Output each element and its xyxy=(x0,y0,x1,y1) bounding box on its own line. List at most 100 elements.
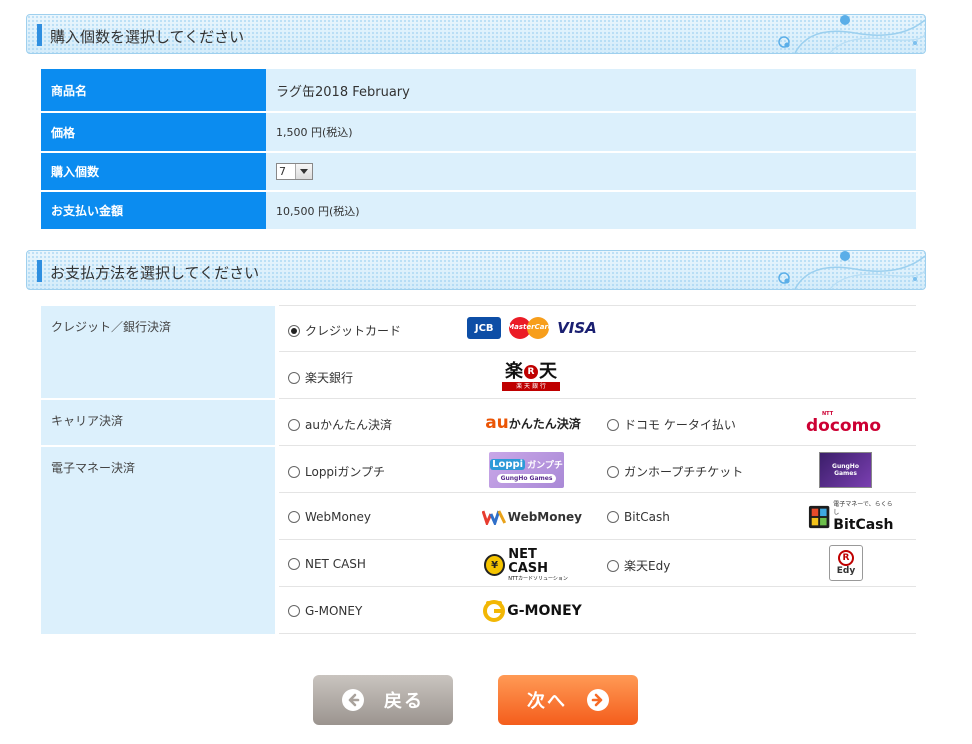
edy-option[interactable]: 楽天Edy xyxy=(607,557,670,574)
back-button[interactable]: 戻る xyxy=(313,675,453,725)
bubble-decoration-icon xyxy=(778,15,925,53)
next-button-label: 次へ xyxy=(527,691,567,712)
order-table: 商品名 ラグ缶2018 February 価格 1,500 円(税込) 購入個数… xyxy=(41,69,916,231)
rakuten-bank-logo: 楽 R 天 楽 天 銀 行 xyxy=(500,360,562,392)
option-label: ドコモ ケータイ払い xyxy=(624,418,736,432)
payment-row xyxy=(279,352,916,399)
card-brands-logo: JCB MasterCard VISA xyxy=(466,316,598,340)
au-option[interactable]: auかんたん決済 xyxy=(288,416,392,433)
bitcash-radio[interactable] xyxy=(607,511,619,523)
quantity-cell: 7 xyxy=(266,152,916,192)
netcash-logo-sub: NTTカードソリューション xyxy=(508,575,568,582)
jcb-icon: JCB xyxy=(467,317,502,339)
option-label: 楽天銀行 xyxy=(305,371,354,385)
payment-row xyxy=(279,587,916,634)
mastercard-icon: MasterCard xyxy=(507,316,553,340)
gungho-logo: GungHo Games xyxy=(819,452,872,488)
webmoney-logo: WebMoney xyxy=(482,506,582,528)
payment-section-title: お支払方法を選択してください xyxy=(50,264,260,282)
credit-card-radio[interactable] xyxy=(288,324,300,337)
loppi-radio[interactable] xyxy=(288,465,300,478)
loppi-option[interactable]: Loppiガンプチ xyxy=(288,463,385,480)
au-logo: au かんたん決済 xyxy=(476,412,590,434)
au-radio[interactable] xyxy=(288,418,300,431)
quantity-section-title: 購入個数を選択してください xyxy=(50,28,245,46)
price-value: 1,500 円(税込) xyxy=(266,112,916,153)
netcash-radio[interactable] xyxy=(288,558,300,570)
option-label: NET CASH xyxy=(305,557,366,571)
docomo-option[interactable]: ドコモ ケータイ払い xyxy=(607,416,736,433)
quantity-select[interactable]: 7 xyxy=(276,163,313,180)
netcash-option[interactable]: NET CASH xyxy=(288,557,366,571)
bitcash-logo-text: BitCash xyxy=(833,517,894,533)
quantity-label: 購入個数 xyxy=(41,152,266,192)
au-logo-text: かんたん決済 xyxy=(508,416,581,431)
total-value: 10,500 円(税込) xyxy=(266,191,916,231)
table-row: 価格 1,500 円(税込) xyxy=(41,112,916,153)
next-button[interactable]: 次へ xyxy=(498,675,638,725)
quantity-section-header: 購入個数を選択してください xyxy=(26,14,926,54)
gungho-radio[interactable] xyxy=(607,465,619,478)
category-credit-bank: クレジット／銀行決済 xyxy=(41,306,275,398)
bubble-decoration-icon xyxy=(778,251,925,289)
edy-radio[interactable] xyxy=(607,559,619,572)
webmoney-radio[interactable] xyxy=(288,511,300,523)
payment-section-header: お支払方法を選択してください xyxy=(26,250,926,290)
edy-r-icon: R xyxy=(838,550,854,566)
au-logo-text: au xyxy=(485,413,509,433)
loppi-logo-text: GungHo Games xyxy=(496,473,557,483)
chevron-down-icon xyxy=(295,164,312,179)
netcash-logo-text: NET CASH xyxy=(508,546,549,576)
arrow-right-icon xyxy=(587,689,609,711)
option-label: 楽天Edy xyxy=(624,559,671,573)
total-label: お支払い金額 xyxy=(41,191,266,231)
webmoney-logo-text: WebMoney xyxy=(507,510,582,524)
product-name-value: ラグ缶2018 February xyxy=(266,69,916,113)
gungho-option[interactable]: ガンホープチチケット xyxy=(607,463,743,480)
rakuten-logo-sub: 楽 天 銀 行 xyxy=(502,381,560,391)
loppi-logo: Loppi ガンプチ GungHo Games xyxy=(489,452,564,488)
category-label: クレジット／銀行決済 xyxy=(51,320,172,334)
loppi-logo-text: Loppi xyxy=(490,458,526,470)
option-label: クレジットカード xyxy=(305,324,402,338)
gungho-logo-text: GungHo Games xyxy=(832,463,859,477)
docomo-logo-text: docomo xyxy=(806,416,881,436)
header-accent-bar xyxy=(37,260,42,282)
gmoney-option[interactable]: G-MONEY xyxy=(288,604,362,618)
rakuten-logo-text: 楽 xyxy=(505,360,523,382)
quantity-value: 7 xyxy=(279,165,286,178)
rakuten-bank-option[interactable]: 楽天銀行 xyxy=(288,369,353,386)
option-label: ガンホープチチケット xyxy=(624,465,744,479)
back-button-label: 戻る xyxy=(384,691,424,712)
rakuten-bank-radio[interactable] xyxy=(288,371,300,384)
netcash-logo: ¥ NET CASH NTTカードソリューション xyxy=(484,546,578,582)
product-name-label: 商品名 xyxy=(41,69,266,113)
category-emoney: 電子マネー決済 xyxy=(41,447,275,634)
table-row: 購入個数 7 xyxy=(41,152,916,192)
option-label: WebMoney xyxy=(305,510,371,524)
option-label: auかんたん決済 xyxy=(305,418,392,432)
docomo-radio[interactable] xyxy=(607,418,619,431)
table-row: お支払い金額 10,500 円(税込) xyxy=(41,191,916,231)
payment-row xyxy=(279,540,916,587)
visa-icon: VISA xyxy=(557,319,597,337)
option-label: BitCash xyxy=(624,510,670,524)
webmoney-w-icon xyxy=(482,510,506,525)
gmoney-radio[interactable] xyxy=(288,605,300,617)
bitcash-tagline: 電子マネーで、らくらし xyxy=(833,501,893,516)
rakuten-logo-text: 天 xyxy=(539,360,557,382)
edy-logo: R Edy xyxy=(829,545,863,581)
credit-card-option[interactable]: クレジットカード xyxy=(288,322,401,339)
docomo-logo: NTT docomo xyxy=(806,410,896,436)
arrow-left-icon xyxy=(342,689,364,711)
gmoney-logo-text: G-MONEY xyxy=(507,603,582,619)
header-accent-bar xyxy=(37,24,42,46)
bitcash-logo: 電子マネーで、らくらし BitCash xyxy=(808,501,894,533)
gmoney-g-icon xyxy=(483,600,506,622)
category-label: キャリア決済 xyxy=(51,414,124,428)
price-label: 価格 xyxy=(41,112,266,153)
bitcash-option[interactable]: BitCash xyxy=(607,510,670,524)
category-carrier: キャリア決済 xyxy=(41,400,275,445)
webmoney-option[interactable]: WebMoney xyxy=(288,510,371,524)
loppi-logo-text: ガンプチ xyxy=(527,460,563,471)
